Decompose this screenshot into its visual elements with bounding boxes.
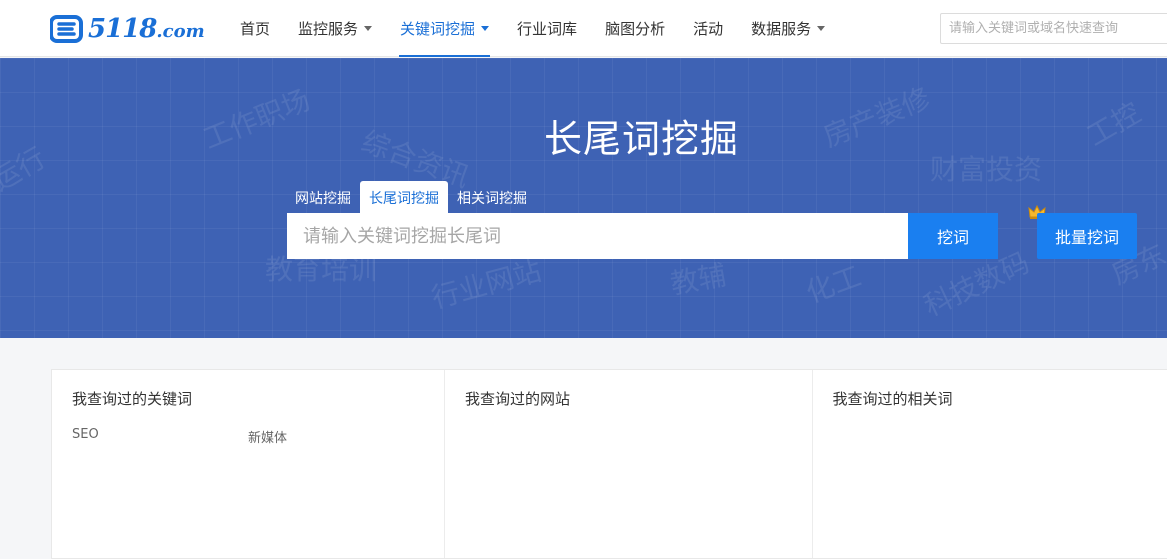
watermark-text: 化工 [801,259,866,310]
nav-item-monitor[interactable]: 监控服务 [284,0,386,57]
keyword-history-list: SEO 新媒体 [72,427,424,446]
history-panels: 我查询过的关键词 SEO 新媒体 我查询过的网站 我查询过的相关词 [51,369,1167,559]
mining-tabs: 网站挖掘 长尾词挖掘 相关词挖掘 [286,181,536,214]
keyword-search-input[interactable] [287,213,908,259]
watermark-text: 行业网站 [428,254,545,315]
watermark-text: 教辅 [667,258,729,301]
mine-button[interactable]: 挖词 [908,213,998,259]
nav-item-industry-lexicon[interactable]: 行业词库 [503,0,591,57]
caret-down-icon [817,26,826,31]
logo-mark-icon [50,15,83,43]
tab-related-mining[interactable]: 相关词挖掘 [448,181,536,214]
related-history-panel: 我查询过的相关词 [813,370,1167,558]
panel-title: 我查询过的关键词 [72,390,193,408]
panel-title: 我查询过的网站 [465,390,571,408]
history-keyword-link[interactable]: 新媒体 [248,427,424,446]
nav-item-mindmap[interactable]: 脑图分析 [591,0,679,57]
page-title: 长尾词挖掘 [543,117,739,161]
nav-item-keyword-mining[interactable]: 关键词挖掘 [386,0,503,57]
hero-banner: 工作职场 综合资讯 房产装修 财富投资 教育培训 行业网站 教辅 化工 科技数码… [0,58,1167,338]
top-header: 5118.com 首页 监控服务 关键词挖掘 行业词库 脑图分析 活动 数据服务 [0,0,1167,57]
batch-mine-button[interactable]: 批量挖词 [1037,213,1137,259]
main-nav: 首页 监控服务 关键词挖掘 行业词库 脑图分析 活动 数据服务 [226,0,839,57]
nav-item-data-service[interactable]: 数据服务 [737,0,839,57]
tab-longtail-mining[interactable]: 长尾词挖掘 [360,181,448,214]
caret-down-icon [364,26,373,31]
panel-title: 我查询过的相关词 [832,390,953,408]
logo-wordmark: 5118.com [88,14,205,44]
site-logo[interactable]: 5118.com [50,12,205,46]
tab-site-mining[interactable]: 网站挖掘 [286,181,360,214]
site-history-panel: 我查询过的网站 [445,370,813,558]
caret-down-icon [481,26,490,31]
history-keyword-link[interactable]: SEO [72,427,248,446]
keyword-history-panel: 我查询过的关键词 SEO 新媒体 [52,370,445,558]
nav-item-home[interactable]: 首页 [226,0,284,57]
nav-item-activity[interactable]: 活动 [679,0,737,57]
quick-search-input[interactable] [940,13,1167,44]
